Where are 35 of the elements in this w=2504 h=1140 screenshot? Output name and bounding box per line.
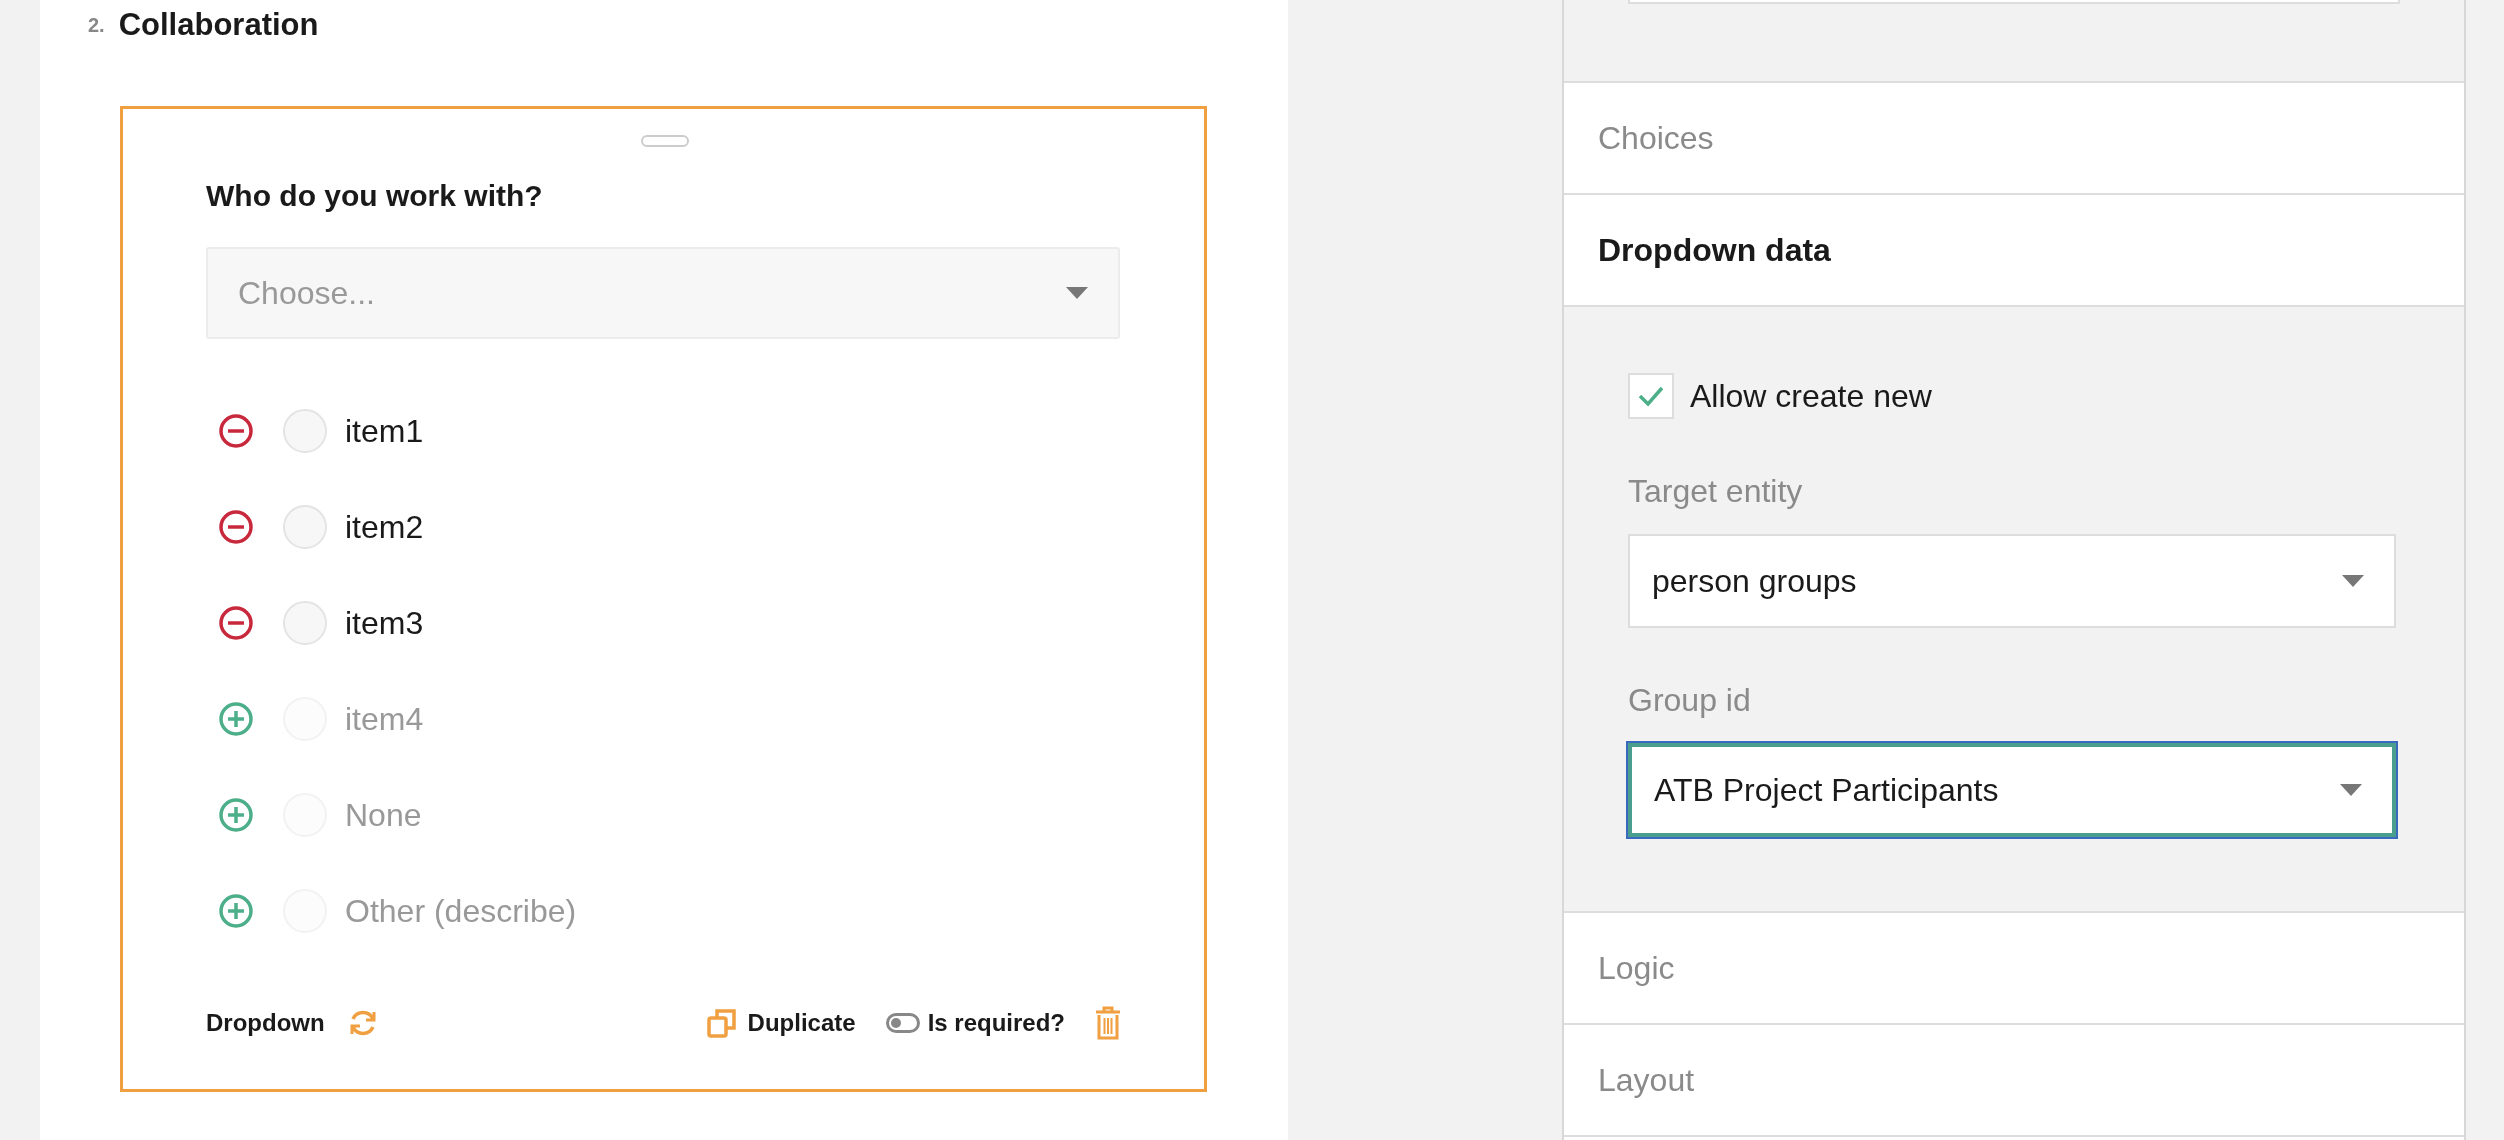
caret-icon	[1066, 287, 1088, 299]
add-icon[interactable]	[218, 797, 254, 833]
copy-icon	[705, 1007, 738, 1039]
choice-label: Other (describe)	[345, 892, 577, 930]
radio-button[interactable]	[283, 505, 327, 549]
choice-label: item1	[345, 412, 424, 450]
remove-icon[interactable]	[218, 605, 254, 641]
question-title: Who do you work with?	[206, 179, 543, 213]
caret-icon	[2340, 784, 2362, 796]
required-toggle[interactable]: Is required?	[885, 1009, 1065, 1037]
question-type: Dropdown	[206, 1009, 325, 1037]
trash-icon[interactable]	[1095, 1006, 1121, 1040]
remove-icon[interactable]	[218, 413, 254, 449]
caret-icon	[2342, 575, 2364, 587]
checkbox[interactable]	[1628, 373, 1674, 419]
field-label: Target entity	[1628, 473, 1803, 510]
drag-handle[interactable]	[641, 135, 689, 147]
add-icon[interactable]	[218, 893, 254, 929]
choice-label: item2	[345, 508, 424, 546]
select-field[interactable]: ATB Project Participants	[1628, 743, 2396, 837]
duplicate-button[interactable]: Duplicate	[705, 1007, 856, 1039]
section-title: Collaboration	[118, 7, 319, 43]
choice-label: None	[345, 796, 422, 834]
add-icon[interactable]	[218, 701, 254, 737]
select-field[interactable]: person groups	[1628, 534, 2396, 628]
checkbox-label: Allow create new	[1690, 377, 1932, 415]
choice-label: item4	[345, 700, 424, 738]
remove-icon[interactable]	[218, 509, 254, 545]
choice-label: item3	[345, 604, 424, 642]
field-label: Group id	[1628, 682, 1751, 719]
radio-button[interactable]	[283, 409, 327, 453]
check-icon	[1637, 385, 1665, 407]
toggle-icon[interactable]	[885, 1013, 920, 1033]
radio-button[interactable]	[283, 601, 327, 645]
section-number: 2.	[88, 13, 105, 37]
